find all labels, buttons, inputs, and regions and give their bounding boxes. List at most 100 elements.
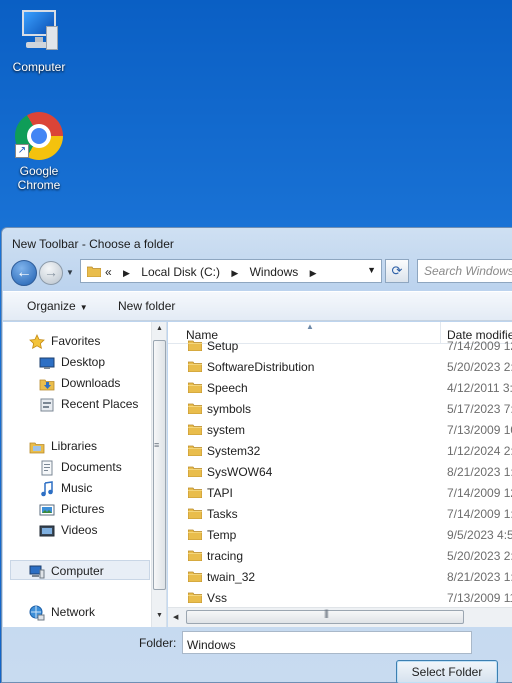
computer-icon (16, 8, 62, 56)
desktop-icon (39, 355, 55, 371)
folder-icon (188, 549, 202, 561)
folder-name: SysWOW64 (207, 465, 273, 479)
nav-documents-label: Documents (61, 460, 122, 474)
horizontal-scrollbar[interactable]: ◀ ||| (168, 607, 512, 627)
nav-network[interactable]: Network (29, 602, 95, 622)
breadcrumb-local-disk[interactable]: Local Disk (C:) (141, 265, 220, 279)
folder-icon (188, 507, 202, 519)
nav-downloads[interactable]: Downloads (39, 373, 120, 393)
nav-pane-scrollbar[interactable]: ▲ ≡ ▼ (151, 322, 166, 627)
nav-favorites-label: Favorites (51, 334, 101, 348)
search-input[interactable]: Search Windows (417, 259, 512, 283)
star-icon (29, 333, 45, 350)
folder-row[interactable]: SysWOW64 8/21/2023 1:0 (168, 462, 512, 483)
folder-name: Vss (207, 591, 228, 605)
nav-documents[interactable]: Documents (39, 457, 122, 477)
folder-date-modified: 7/14/2009 1:0 (447, 507, 512, 521)
folder-date-modified: 7/13/2009 11 (447, 591, 512, 605)
folder-row[interactable]: tracing 5/20/2023 2:2 (168, 546, 512, 567)
downloads-icon (39, 376, 55, 392)
scroll-up-icon[interactable]: ▲ (156, 325, 163, 332)
nav-pictures[interactable]: Pictures (39, 499, 104, 519)
shortcut-arrow-icon: ↗ (15, 144, 29, 158)
grip-icon: ≡ (154, 440, 160, 450)
folder-row[interactable]: SoftwareDistribution 5/20/2023 2:2 (168, 357, 512, 378)
nav-videos-label: Videos (61, 523, 98, 537)
desktop-icon-label-line1: Google (19, 164, 59, 178)
folder-date-modified: 7/14/2009 12 (447, 486, 512, 500)
breadcrumb-windows[interactable]: Windows (250, 265, 299, 279)
music-icon (39, 480, 55, 497)
folder-field[interactable] (182, 631, 472, 654)
nav-music-label: Music (61, 481, 93, 495)
scroll-down-icon[interactable]: ▼ (156, 612, 163, 619)
computer-icon (29, 564, 45, 580)
folder-icon (188, 465, 202, 477)
folder-row[interactable]: Speech 4/12/2011 3:3 (168, 378, 512, 399)
nav-favorites[interactable]: Favorites (29, 331, 100, 351)
folder-date-modified: 4/12/2011 3:3 (447, 381, 512, 395)
folder-name: TAPI (207, 486, 233, 500)
nav-downloads-label: Downloads (61, 376, 121, 390)
folder-icon (188, 486, 202, 498)
grip-icon: ||| (324, 608, 329, 618)
desktop-icon-label: Computer (12, 60, 66, 74)
folder-row[interactable]: system 7/13/2009 10 (168, 420, 512, 441)
videos-icon (39, 523, 55, 539)
new-folder-button[interactable]: New folder (118, 299, 175, 313)
folder-row[interactable]: symbols 5/17/2023 7:3 (168, 399, 512, 420)
nav-desktop[interactable]: Desktop (39, 352, 105, 372)
breadcrumb-overflow[interactable]: « (105, 265, 112, 279)
scroll-thumb[interactable] (153, 340, 166, 590)
folder-row[interactable]: TAPI 7/14/2009 12 (168, 483, 512, 504)
desktop-icon-chrome[interactable]: ↗ Google Chrome (1, 112, 77, 192)
desktop-icon-computer[interactable]: Computer (1, 8, 77, 74)
forward-button[interactable]: → (39, 261, 63, 285)
folder-date-modified: 5/20/2023 2:2 (447, 549, 512, 563)
refresh-button[interactable]: ⟳ (385, 259, 409, 283)
folder-list-pane: Name ▲ Date modifie Setup 7/14/2009 12 Sof… (168, 322, 512, 627)
navigation-pane: Favorites Desktop Downloads Recent Place… (3, 322, 167, 627)
nav-recent-places[interactable]: Recent Places (39, 394, 138, 414)
folder-date-modified: 5/17/2023 7:3 (447, 402, 512, 416)
folder-icon (188, 570, 202, 582)
chevron-down-icon[interactable]: ▼ (367, 265, 376, 275)
folder-row[interactable]: Vss 7/13/2009 11 (168, 588, 512, 609)
forward-arrow-icon: → (44, 264, 58, 280)
pictures-icon (39, 502, 55, 518)
folder-name: tracing (207, 549, 244, 563)
scroll-left-icon[interactable]: ◀ (173, 613, 178, 621)
recent-locations-button[interactable]: ▼ (66, 268, 74, 277)
choose-folder-dialog: New Toolbar - Choose a folder ← → ▼ « ▶ … (1, 227, 512, 683)
folder-date-modified: 9/5/2023 4:54 (447, 528, 512, 542)
nav-videos[interactable]: Videos (39, 520, 97, 540)
address-bar[interactable]: « ▶ Local Disk (C:) ▶ Windows ▶ ▼ (80, 259, 382, 283)
nav-computer[interactable]: Computer (10, 560, 150, 580)
folder-row[interactable]: Setup 7/14/2009 12 (168, 336, 512, 357)
folder-icon (188, 591, 202, 603)
select-folder-button[interactable]: Select Folder (396, 660, 498, 683)
nav-network-label: Network (51, 605, 96, 619)
folder-icon (87, 265, 101, 277)
folder-name: symbols (207, 402, 252, 416)
chevron-right-icon[interactable]: ▶ (310, 268, 317, 278)
back-button[interactable]: ← (11, 260, 37, 286)
organize-button[interactable]: Organize ▼ (27, 299, 88, 313)
chevron-right-icon[interactable]: ▶ (231, 268, 238, 278)
folder-row[interactable]: Temp 9/5/2023 4:54 (168, 525, 512, 546)
nav-computer-label: Computer (51, 564, 104, 578)
folder-row[interactable]: twain_32 8/21/2023 1:0 (168, 567, 512, 588)
folder-icon (188, 423, 202, 435)
folder-row[interactable]: Tasks 7/14/2009 1:0 (168, 504, 512, 525)
folder-name: Temp (207, 528, 237, 542)
recent-places-icon (39, 397, 55, 413)
folder-name: system (207, 423, 246, 437)
folder-date-modified: 7/13/2009 10 (447, 423, 512, 437)
folder-name: Tasks (207, 507, 238, 521)
folder-label: Folder: (139, 636, 177, 650)
nav-libraries[interactable]: Libraries (29, 436, 97, 456)
command-bar: Organize ▼ New folder (3, 291, 512, 321)
folder-icon (188, 528, 202, 540)
nav-music[interactable]: Music (39, 478, 92, 498)
folder-row[interactable]: System32 1/12/2024 2:1 (168, 441, 512, 462)
